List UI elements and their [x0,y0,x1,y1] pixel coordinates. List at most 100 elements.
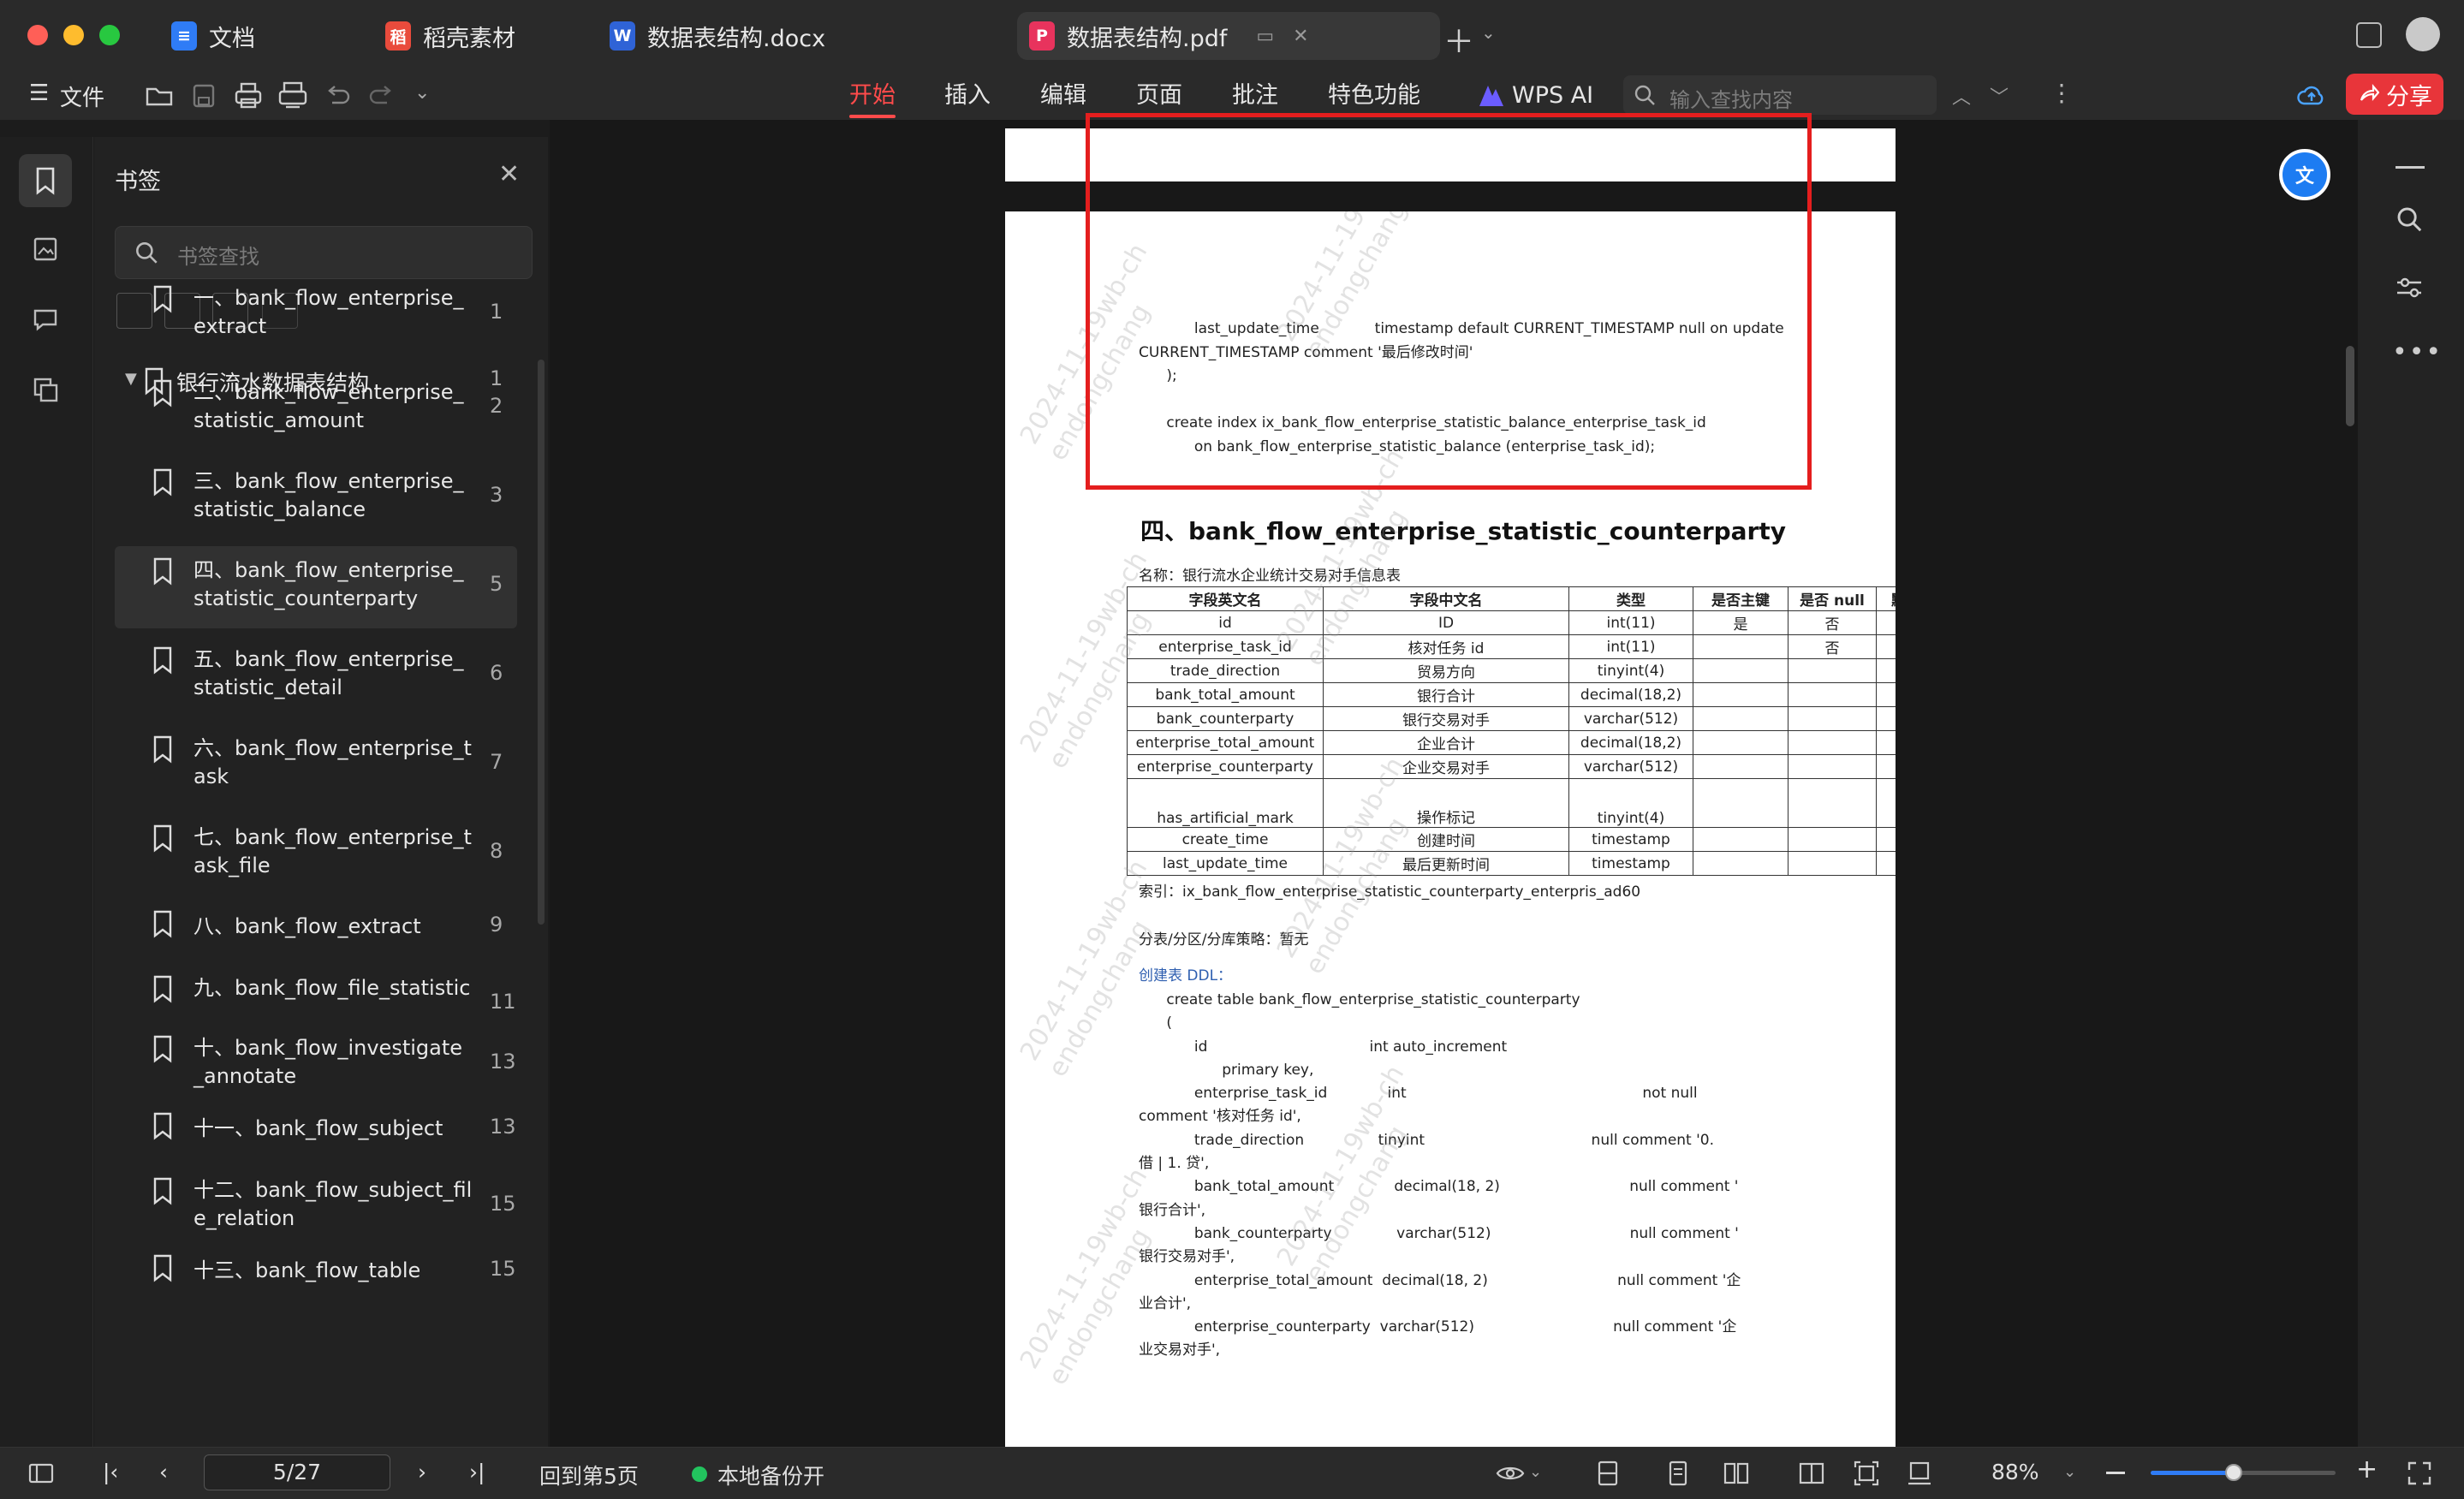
table-cell [1788,851,1877,876]
minimize-window-button[interactable] [63,25,84,45]
sidebar-toggle-icon[interactable] [27,1460,55,1487]
search-icon[interactable] [2394,204,2425,235]
continuous-scroll-icon[interactable] [1594,1460,1622,1487]
share-icon [2360,84,2379,101]
maximize-window-button[interactable] [99,25,120,45]
bookmark-label: 七、bank_flow_enterprise_task_file [193,825,472,877]
title-bar: ≡ 文档 稻 稻壳素材 W 数据表结构.docx P 数据表结构.pdf ▭ ✕… [0,0,2464,72]
table-cell [1788,658,1877,683]
tab-close-icon[interactable]: ✕ [1293,26,1308,47]
find-input[interactable]: 输入查找内容 [1623,75,1937,115]
fullscreen-icon[interactable] [2406,1460,2433,1487]
file-menu[interactable]: 文件 [60,80,104,112]
document-viewport[interactable]: last_update_time timestamp default CURRE… [550,113,2358,1447]
comments-panel-button[interactable] [19,293,72,346]
tab-edit[interactable]: 编辑 [1040,77,1086,115]
bookmark-item[interactable]: 七、bank_flow_enterprise_task_file 8 [115,813,517,895]
image-icon [33,237,57,261]
bookmark-search-input[interactable]: 书签查找 [115,226,533,279]
collapse-panel-icon[interactable] [2396,166,2425,169]
tab-features[interactable]: 特色功能 [1328,77,1420,115]
next-page-icon[interactable]: › [418,1460,426,1484]
eye-icon[interactable] [1495,1460,1526,1487]
fit-width-icon[interactable] [1906,1460,1933,1487]
single-page-icon[interactable] [1664,1460,1692,1487]
redo-icon[interactable] [365,79,399,113]
close-window-button[interactable] [27,25,48,45]
table-cell: int(11) [1568,610,1693,635]
menu-icon[interactable]: ☰ [29,80,49,106]
zoom-in-icon[interactable]: + [2356,1454,2378,1484]
save-icon[interactable] [187,79,221,113]
bookmark-item[interactable]: 六、bank_flow_enterprise_task 7 [115,724,517,806]
document-scrollbar[interactable] [2344,137,2356,1438]
ddl-label: 创建表 DDL： [1139,967,1233,984]
bookmark-scrollbar[interactable] [538,360,545,925]
last-page-icon[interactable]: ›| [469,1460,485,1484]
tab-home[interactable]: 开始 [849,77,896,118]
new-tab-icon[interactable]: ＋ [1443,17,1474,62]
wps-ai-button[interactable]: WPS AI [1512,77,1593,115]
thumbnail-panel-button[interactable] [19,223,72,276]
bookmark-item[interactable]: 十二、bank_flow_subject_file_relation 15 [115,1166,517,1248]
backup-status-dot [692,1466,707,1482]
zoom-level[interactable]: 88% [1991,1460,2039,1484]
open-folder-icon[interactable] [142,79,176,113]
avatar[interactable] [2406,17,2440,51]
table-cell [1876,706,1896,731]
bookmark-item[interactable]: 八、bank_flow_extract 9 [115,902,517,945]
search-next-icon[interactable]: ﹀ [1990,82,2009,110]
tab-docs-home[interactable]: ≡ 文档 [171,12,255,60]
undo-icon[interactable] [320,79,354,113]
tab-annotate[interactable]: 批注 [1232,77,1278,115]
print-preview-icon[interactable] [276,79,310,113]
zoom-dropdown-icon[interactable]: ⌄ [2063,1463,2076,1481]
tab-float-icon[interactable]: ▭ [1256,26,1274,47]
book-view-icon[interactable] [1798,1460,1825,1487]
chevron-down-icon[interactable]: ⌄ [1529,1463,1542,1481]
tab-insert[interactable]: 插入 [944,77,991,115]
bookmark-panel-button[interactable] [19,154,72,207]
zoom-slider[interactable] [2151,1464,2336,1481]
local-backup-status[interactable]: 本地备份开 [717,1460,824,1490]
tab-pdf[interactable]: P 数据表结构.pdf ▭ ✕ [1017,12,1440,60]
share-button[interactable]: 分享 [2346,74,2443,115]
bookmark-item[interactable]: 四、bank_flow_enterprise_statistic_counter… [115,546,517,628]
table-cell: timestamp [1568,827,1693,852]
bookmark-item[interactable]: 一、bank_flow_enterprise_extract 1 [115,274,517,356]
tab-page[interactable]: 页面 [1136,77,1182,115]
pages-panel-button[interactable] [19,363,72,416]
bookmark-page: 8 [490,839,503,863]
page-number-input[interactable]: 5/27 [204,1454,390,1490]
bookmark-item[interactable]: 三、bank_flow_enterprise_statistic_balance… [115,457,517,539]
bookmark-item[interactable]: 十一、bank_flow_subject 13 [115,1104,517,1147]
bookmark-item[interactable]: 十三、bank_flow_table 15 [115,1246,517,1289]
prev-page-icon[interactable]: ‹ [159,1460,168,1484]
zoom-out-icon[interactable] [2106,1472,2125,1474]
first-page-icon[interactable]: |‹ [103,1460,118,1484]
tab-docer[interactable]: 稻 稻壳素材 [385,12,515,60]
bookmark-item[interactable]: 二、bank_flow_enterprise_statistic_amount 2 [115,368,517,450]
tab-docx[interactable]: W 数据表结构.docx [610,12,825,60]
close-icon[interactable]: ✕ [498,159,520,189]
scrollbar-thumb[interactable] [2346,346,2354,426]
table-cell: decimal(18,2) [1568,682,1693,707]
two-page-icon[interactable] [1723,1460,1750,1487]
window-layout-icon[interactable] [2356,22,2382,48]
print-icon[interactable] [231,79,265,113]
cloud-upload-icon[interactable] [2294,79,2329,113]
search-prev-icon[interactable]: ︿ [1952,82,1971,110]
more-icon[interactable]: ••• [2392,337,2443,367]
table-row: bank_counterparty 银行交易对手 varchar(512) [1127,706,1896,731]
goto-page-link[interactable]: 回到第5页 [539,1460,639,1490]
table-cell [1693,730,1788,755]
more-tools-chevron-icon[interactable]: ⌄ [414,82,430,104]
chevron-down-icon[interactable]: ⌄ [1481,22,1496,43]
more-icon[interactable]: ⋮ [2050,79,2074,107]
settings-sliders-icon[interactable] [2394,272,2425,303]
zoom-slider-thumb[interactable] [2225,1464,2243,1481]
translate-float-button[interactable]: 文 [2279,149,2330,200]
bookmark-item[interactable]: 十、bank_flow_investigate_annotate 13 [115,1024,517,1106]
fit-page-icon[interactable] [1853,1460,1880,1487]
bookmark-item[interactable]: 五、bank_flow_enterprise_statistic_detail 6 [115,635,517,717]
